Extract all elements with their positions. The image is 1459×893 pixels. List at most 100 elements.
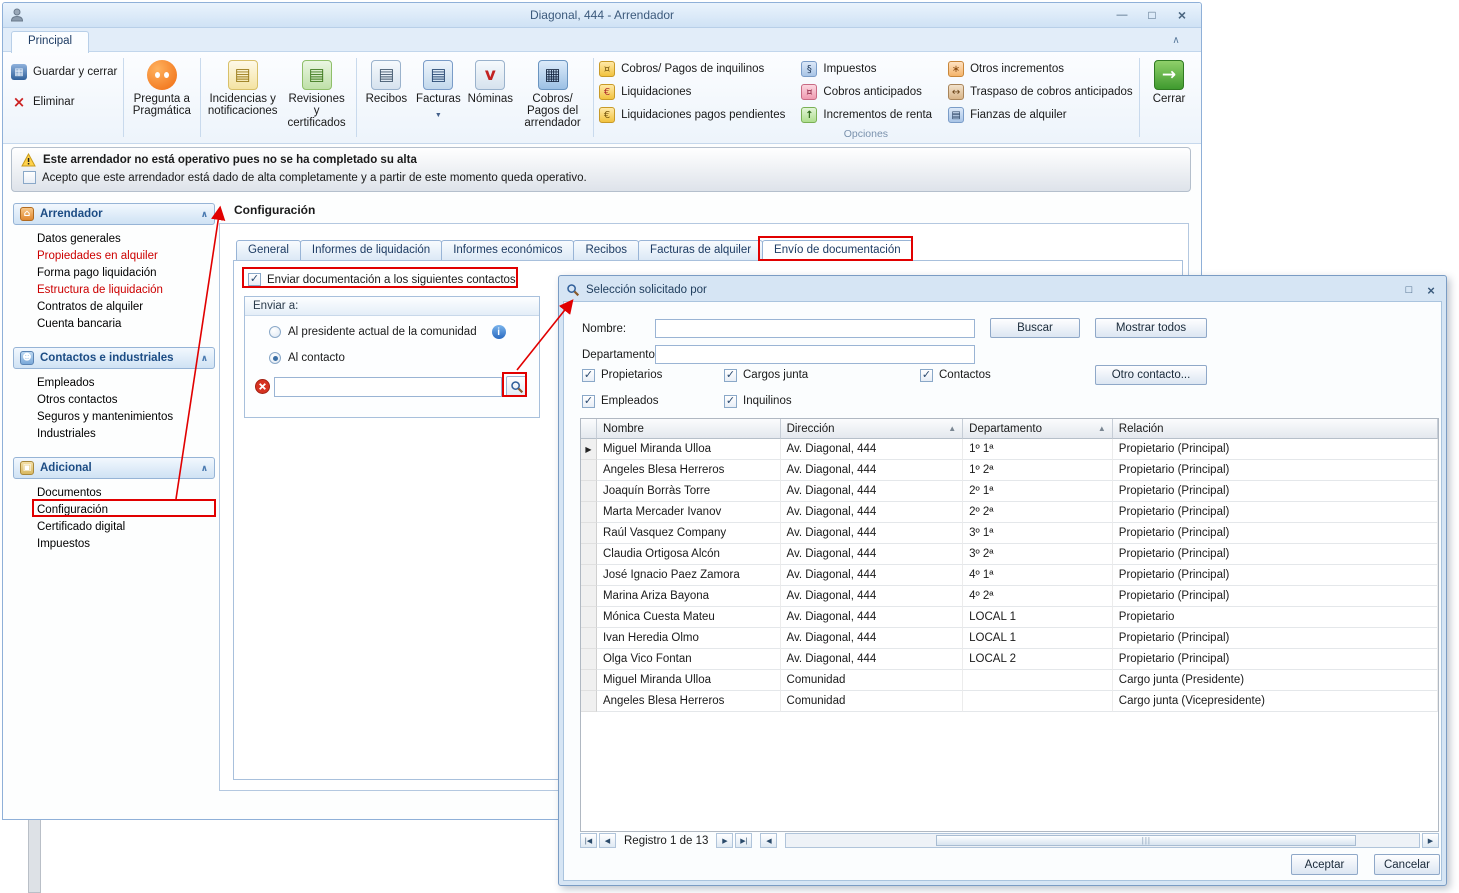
- cell-departamento: 2º 2ª: [963, 502, 1113, 523]
- contact-search-button[interactable]: [506, 376, 527, 397]
- clear-contact-icon[interactable]: [255, 379, 270, 394]
- sidebar-item-estructura-de-liquidacion[interactable]: Estructura de liquidación: [37, 284, 215, 296]
- dialog-restore-button[interactable]: [1401, 283, 1417, 297]
- table-row[interactable]: Olga Vico FontanAv. Diagonal, 444LOCAL 2…: [581, 649, 1438, 670]
- table-row[interactable]: Ivan Heredia OlmoAv. Diagonal, 444LOCAL …: [581, 628, 1438, 649]
- sidebar-item-cuenta-bancaria[interactable]: Cuenta bancaria: [37, 318, 215, 330]
- dialog-close-button[interactable]: [1423, 283, 1439, 297]
- ribbon-option-cobros-anticipados[interactable]: Cobros anticipados: [801, 84, 932, 100]
- table-row[interactable]: Joaquín Borràs TorreAv. Diagonal, 4442º …: [581, 481, 1438, 502]
- minimize-button[interactable]: [1109, 7, 1135, 24]
- sidebar-item-empleados[interactable]: Empleados: [37, 377, 215, 389]
- ribbon-option-impuestos[interactable]: Impuestos: [801, 61, 932, 77]
- sidebar-section-contactos-e-industriales[interactable]: Contactos e industriales: [13, 347, 215, 369]
- tab-facturas-de-alquiler[interactable]: Facturas de alquiler: [638, 240, 763, 260]
- tab-informes-de-liquidacion[interactable]: Informes de liquidación: [300, 240, 442, 260]
- ribbon-button-eliminar[interactable]: Eliminar: [11, 94, 117, 110]
- ribbon-option-otros-incrementos[interactable]: Otros incrementos: [948, 61, 1133, 77]
- cancelar-button[interactable]: Cancelar: [1374, 854, 1440, 875]
- chevron-up-icon[interactable]: [201, 209, 208, 220]
- scroll-right-button[interactable]: [1422, 833, 1439, 848]
- close-button[interactable]: [1169, 7, 1195, 24]
- rental-deposit-icon: [948, 107, 964, 123]
- scroll-left-button[interactable]: [760, 833, 777, 848]
- column-header-nombre[interactable]: Nombre: [597, 419, 781, 439]
- tab-recibos[interactable]: Recibos: [573, 240, 639, 260]
- ribbon-option-liquidaciones-pagos-pendientes[interactable]: Liquidaciones pagos pendientes: [599, 107, 785, 123]
- departamento-input[interactable]: [655, 345, 975, 364]
- nombre-input[interactable]: [655, 319, 975, 338]
- ribbon-button-revisiones-y-certificados[interactable]: Revisiones y certificados: [283, 56, 350, 131]
- sidebar-item-otros-contactos[interactable]: Otros contactos: [37, 394, 215, 406]
- ribbon-option-liquidaciones[interactable]: Liquidaciones: [599, 84, 785, 100]
- filter-checkbox-empleados[interactable]: [582, 395, 595, 408]
- table-row[interactable]: Marina Ariza BayonaAv. Diagonal, 4444º 2…: [581, 586, 1438, 607]
- sidebar-item-industriales[interactable]: Industriales: [37, 428, 215, 440]
- tab-general[interactable]: General: [236, 240, 301, 260]
- sidebar-item-impuestos[interactable]: Impuestos: [37, 538, 215, 550]
- table-row[interactable]: Mónica Cuesta MateuAv. Diagonal, 444LOCA…: [581, 607, 1438, 628]
- ribbon-option-cobros-pagos-de-inquilinos[interactable]: Cobros/ Pagos de inquilinos: [599, 61, 785, 77]
- filter-checkbox-cargos-junta[interactable]: [724, 369, 737, 382]
- first-record-button[interactable]: [580, 833, 597, 848]
- contact-radio[interactable]: [269, 352, 281, 364]
- filter-checkbox-inquilinos[interactable]: [724, 395, 737, 408]
- table-row[interactable]: Marta Mercader IvanovAv. Diagonal, 4442º…: [581, 502, 1438, 523]
- column-header-direccion[interactable]: Dirección▲: [781, 419, 964, 439]
- ribbon-option-traspaso-de-cobros-anticipados[interactable]: Traspaso de cobros anticipados: [948, 84, 1133, 100]
- sidebar-item-documentos[interactable]: Documentos: [37, 487, 215, 499]
- buscar-button[interactable]: Buscar: [990, 318, 1080, 338]
- scrollbar-thumb[interactable]: [936, 835, 1356, 846]
- filter-checkbox-propietarios[interactable]: [582, 369, 595, 382]
- ribbon-button-pregunta-a-pragmatica[interactable]: Pregunta a Pragmática: [130, 56, 194, 119]
- table-row[interactable]: Angeles Blesa HerrerosAv. Diagonal, 4441…: [581, 460, 1438, 481]
- table-row[interactable]: Angeles Blesa HerrerosComunidadCargo jun…: [581, 691, 1438, 712]
- ribbon-button-cobros-pagos-del-arrendador[interactable]: Cobros/ Pagos del arrendador: [518, 56, 586, 131]
- table-row[interactable]: Raúl Vasquez CompanyAv. Diagonal, 4443º …: [581, 523, 1438, 544]
- sidebar-item-contratos-de-alquiler[interactable]: Contratos de alquiler: [37, 301, 215, 313]
- next-record-button[interactable]: [716, 833, 733, 848]
- column-header-departamento[interactable]: Departamento▲: [963, 419, 1113, 439]
- send-docs-checkbox[interactable]: [248, 273, 261, 286]
- sidebar-item-propiedades-en-alquiler[interactable]: Propiedades en alquiler: [37, 250, 215, 262]
- ribbon-button-cerrar[interactable]: Cerrar: [1145, 56, 1193, 107]
- table-row[interactable]: José Ignacio Paez ZamoraAv. Diagonal, 44…: [581, 565, 1438, 586]
- sidebar-item-certificado-digital[interactable]: Certificado digital: [37, 521, 215, 533]
- sidebar-section-arrendador[interactable]: Arrendador: [13, 203, 215, 225]
- filter-checkbox-contactos[interactable]: [920, 369, 933, 382]
- ribbon-tab-principal[interactable]: Principal: [11, 31, 89, 53]
- table-row[interactable]: ▶Miguel Miranda UlloaAv. Diagonal, 4441º…: [581, 439, 1438, 460]
- info-icon[interactable]: [492, 325, 506, 339]
- mostrar-todos-button[interactable]: Mostrar todos: [1095, 318, 1207, 338]
- ribbon-option-fianzas-de-alquiler[interactable]: Fianzas de alquiler: [948, 107, 1133, 123]
- ribbon-button-incidencias-y-notificaciones[interactable]: Incidencias y notificaciones: [206, 56, 279, 119]
- sidebar-item-datos-generales[interactable]: Datos generales: [37, 233, 215, 245]
- ribbon-button-recibos[interactable]: Recibos: [362, 56, 410, 107]
- horizontal-scrollbar[interactable]: [785, 833, 1420, 848]
- tab-envio-de-documentacion[interactable]: Envío de documentación: [762, 240, 913, 261]
- otro-contacto-button[interactable]: Otro contacto...: [1095, 365, 1207, 385]
- column-header-relacion[interactable]: Relación: [1113, 419, 1438, 439]
- last-record-button[interactable]: [735, 833, 752, 848]
- table-row[interactable]: Miguel Miranda UlloaComunidadCargo junta…: [581, 670, 1438, 691]
- tab-informes-economicos[interactable]: Informes económicos: [441, 240, 574, 260]
- contact-input[interactable]: [274, 377, 502, 397]
- ribbon-button-nominas[interactable]: Nóminas: [466, 56, 514, 107]
- ribbon-collapse-icon[interactable]: [1167, 32, 1185, 48]
- chevron-up-icon[interactable]: [201, 353, 208, 364]
- sidebar-section-adicional[interactable]: Adicional: [13, 457, 215, 479]
- cell-direccion: Av. Diagonal, 444: [781, 628, 964, 649]
- ribbon-option-incrementos-de-renta[interactable]: Incrementos de renta: [801, 107, 932, 123]
- sidebar-item-forma-pago-liquidacion[interactable]: Forma pago liquidación: [37, 267, 215, 279]
- previous-record-button[interactable]: [599, 833, 616, 848]
- chevron-up-icon[interactable]: [201, 463, 208, 474]
- sidebar-item-configuracion[interactable]: Configuración: [37, 504, 215, 516]
- ribbon-button-facturas[interactable]: Facturas: [414, 56, 462, 124]
- president-radio[interactable]: [269, 326, 281, 338]
- aceptar-button[interactable]: Aceptar: [1291, 854, 1358, 875]
- table-row[interactable]: Claudia Ortigosa AlcónAv. Diagonal, 4443…: [581, 544, 1438, 565]
- sidebar-item-seguros-y-mantenimientos[interactable]: Seguros y mantenimientos: [37, 411, 215, 423]
- restore-button[interactable]: [1139, 7, 1165, 24]
- ribbon-button-guardar-y-cerrar[interactable]: Guardar y cerrar: [11, 64, 117, 80]
- accept-operative-checkbox[interactable]: [23, 171, 36, 184]
